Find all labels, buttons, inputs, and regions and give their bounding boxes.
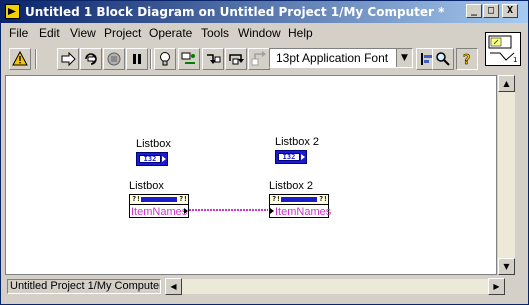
help-icon[interactable]: ?	[456, 48, 478, 70]
property-itemnames-listbox-2[interactable]: ItemNames	[275, 206, 331, 218]
search-icon[interactable]	[432, 48, 454, 70]
status-bar: Untitled Project 1/My Computer ◀ ▶	[5, 278, 525, 296]
terminal-listbox-2[interactable]: I32	[275, 150, 307, 164]
error-out-icon: ?!	[319, 195, 328, 203]
menu-edit[interactable]: Edit	[39, 26, 60, 40]
property-node-label-listbox-2: Listbox 2	[269, 180, 314, 192]
block-diagram-window: Untitled 1 Block Diagram on Untitled Pro…	[0, 0, 529, 305]
retain-wire-values-icon[interactable]	[178, 48, 200, 70]
terminal-label-listbox: Listbox	[136, 138, 171, 150]
property-node-listbox-2[interactable]: ?! ?! ItemNames	[269, 194, 331, 218]
menu-file[interactable]: File	[9, 26, 28, 40]
step-over-icon[interactable]	[225, 48, 247, 70]
menu-project[interactable]: Project	[104, 26, 141, 40]
svg-text:?: ?	[463, 53, 471, 67]
maximize-button[interactable]: □	[483, 4, 499, 18]
labview-icon	[5, 4, 20, 19]
menu-view[interactable]: View	[70, 26, 96, 40]
step-into-icon[interactable]	[202, 48, 224, 70]
minimize-button[interactable]: _	[466, 4, 482, 18]
project-context[interactable]: Untitled Project 1/My Computer	[7, 279, 161, 294]
chevron-down-icon[interactable]: ▼	[396, 49, 412, 67]
property-itemnames-listbox[interactable]: ItemNames	[131, 206, 187, 218]
property-node-label-listbox: Listbox	[129, 180, 164, 192]
horizontal-scrollbar[interactable]: ◀ ▶	[165, 278, 505, 295]
property-node-header: ?! ?!	[270, 195, 328, 205]
property-node-header: ?! ?!	[130, 195, 188, 205]
terminal-type-listbox-2: I32	[278, 153, 300, 161]
run-arrow-icon[interactable]	[57, 48, 79, 70]
step-out-icon[interactable]	[248, 48, 270, 70]
menu-operate[interactable]: Operate	[149, 26, 192, 40]
svg-text:1: 1	[513, 56, 517, 64]
window-title: Untitled 1 Block Diagram on Untitled Pro…	[25, 5, 445, 19]
output-arrow-icon	[184, 208, 188, 214]
error-in-icon: ?!	[132, 195, 141, 203]
abort-icon[interactable]	[103, 48, 125, 70]
block-diagram-canvas[interactable]: Listbox I32 Listbox 2 I32 Listbox ?! ?! …	[5, 75, 497, 275]
font-select-label: 13pt Application Font	[276, 51, 389, 65]
terminal-type-listbox: I32	[139, 155, 161, 163]
scroll-down-icon[interactable]: ▼	[498, 258, 515, 275]
wire-layer	[189, 209, 268, 211]
vi-icon[interactable]: 1	[485, 32, 521, 66]
scroll-up-icon[interactable]: ▲	[498, 75, 515, 92]
listbox-ref-icon	[141, 197, 177, 202]
menu-help[interactable]: Help	[288, 26, 313, 40]
error-in-icon: ?!	[272, 195, 281, 203]
terminal-arrow-icon	[301, 154, 305, 160]
terminal-listbox[interactable]: I32	[136, 152, 168, 166]
menu-window[interactable]: Window	[238, 26, 281, 40]
terminal-label-listbox-2: Listbox 2	[275, 136, 320, 148]
menu-bar: File Edit View Project Operate Tools Win…	[1, 23, 528, 45]
warning-icon[interactable]	[9, 48, 31, 70]
font-select[interactable]: 13pt Application Font ▼	[269, 48, 413, 68]
pause-icon[interactable]	[126, 48, 148, 70]
terminal-arrow-icon	[162, 156, 166, 162]
close-button[interactable]: X	[502, 4, 518, 18]
toolbar-separator	[35, 49, 37, 69]
title-bar[interactable]: Untitled 1 Block Diagram on Untitled Pro…	[1, 1, 528, 23]
scroll-right-icon[interactable]: ▶	[488, 278, 505, 295]
highlight-execution-icon[interactable]	[154, 48, 176, 70]
toolbar-separator	[150, 49, 152, 69]
listbox-ref-icon	[281, 197, 317, 202]
run-continuous-icon[interactable]	[80, 48, 102, 70]
error-out-icon: ?!	[179, 195, 188, 203]
property-node-listbox[interactable]: ?! ?! ItemNames	[129, 194, 189, 218]
input-arrow-icon	[270, 208, 274, 214]
menu-tools[interactable]: Tools	[201, 26, 229, 40]
vertical-scrollbar[interactable]: ▲ ▼	[498, 75, 515, 275]
scroll-left-icon[interactable]: ◀	[165, 278, 182, 295]
